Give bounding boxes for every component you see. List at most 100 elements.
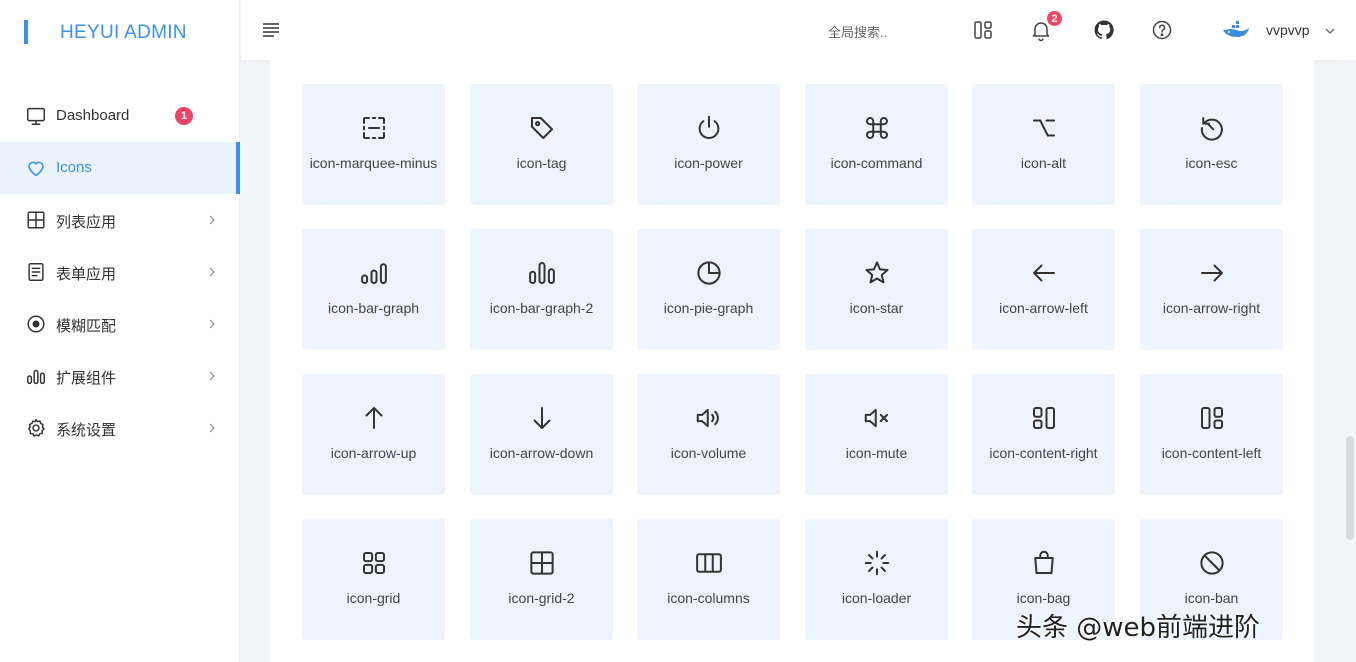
icon-card-marquee-minus[interactable]: icon-marquee-minus: [302, 84, 445, 205]
icon-card-alt[interactable]: icon-alt: [972, 84, 1115, 205]
sidebar-item-dashboard[interactable]: Dashboard 1: [0, 90, 240, 142]
volume-icon: [694, 403, 724, 433]
icon-card-label: icon-bar-graph: [327, 300, 420, 316]
dashboard-badge: 1: [175, 107, 193, 125]
icon-card-label: icon-ban: [1184, 590, 1239, 606]
command-icon: [862, 113, 892, 143]
github-icon[interactable]: [1092, 18, 1116, 42]
icon-card-label: icon-arrow-down: [489, 445, 594, 461]
top-header: 全局搜索.. 2 vvpvvp: [241, 0, 1356, 60]
icon-card-label: icon-tag: [516, 155, 567, 171]
bar-graph-2-icon: [527, 258, 557, 288]
icon-card-label: icon-pie-graph: [663, 300, 754, 316]
help-icon[interactable]: [1150, 18, 1174, 42]
icons-panel: icon-marquee-minus icon-tag icon-power i…: [270, 60, 1314, 662]
icon-card-arrow-down[interactable]: icon-arrow-down: [470, 374, 613, 495]
bag-icon: [1029, 548, 1059, 578]
grid-icon: [25, 209, 47, 231]
icon-card-label: icon-marquee-minus: [309, 155, 438, 171]
watermark: 头条 @web前端进阶: [1016, 613, 1261, 643]
star-icon: [862, 258, 892, 288]
arrow-up-icon: [359, 403, 389, 433]
content-left-icon: [1197, 403, 1227, 433]
icon-card-arrow-right[interactable]: icon-arrow-right: [1140, 229, 1283, 350]
chevron-down-icon[interactable]: [1324, 24, 1336, 36]
sidebar-item-label: Dashboard: [56, 107, 130, 124]
icon-card-bar-graph[interactable]: icon-bar-graph: [302, 229, 445, 350]
sidebar-item-icons[interactable]: Icons: [0, 142, 240, 194]
content-right-icon: [1029, 403, 1059, 433]
username[interactable]: vvpvvp: [1266, 22, 1310, 38]
icon-card-label: icon-star: [849, 300, 904, 316]
scrollbar-thumb[interactable]: [1346, 436, 1354, 540]
icon-card-arrow-left[interactable]: icon-arrow-left: [972, 229, 1115, 350]
chevron-right-icon: [206, 265, 218, 277]
icon-card-tag[interactable]: icon-tag: [470, 84, 613, 205]
document-icon: [25, 261, 47, 283]
bar-graph-icon: [359, 258, 389, 288]
sidebar-item-list-apps[interactable]: 列表应用: [0, 194, 240, 246]
global-search-input[interactable]: 全局搜索..: [828, 22, 887, 41]
icon-card-label: icon-power: [674, 155, 743, 171]
sidebar-item-extensions[interactable]: 扩展组件: [0, 350, 240, 402]
icon-card-content-right[interactable]: icon-content-right: [972, 374, 1115, 495]
pie-graph-icon: [694, 258, 724, 288]
icon-card-label: icon-bag: [1016, 590, 1071, 606]
icon-card-grid-2[interactable]: icon-grid-2: [470, 519, 613, 640]
icon-card-loader[interactable]: icon-loader: [805, 519, 948, 640]
icon-card-content-left[interactable]: icon-content-left: [1140, 374, 1283, 495]
sidebar-item-label: 系统设置: [56, 422, 117, 439]
icon-card-label: icon-arrow-right: [1162, 300, 1261, 316]
icon-card-arrow-up[interactable]: icon-arrow-up: [302, 374, 445, 495]
sidebar-menu: Dashboard 1 Icons 列表应用 表单应用 模糊匹配 扩展组件 系统…: [0, 90, 240, 454]
avatar[interactable]: [1221, 18, 1251, 42]
icon-card-label: icon-columns: [667, 590, 750, 606]
arrow-down-icon: [527, 403, 557, 433]
sidebar-item-label: 模糊匹配: [56, 318, 117, 335]
icon-card-label: icon-alt: [1020, 155, 1067, 171]
icon-card-power[interactable]: icon-power: [637, 84, 780, 205]
icon-card-label: icon-grid-2: [508, 590, 575, 606]
sidebar-item-settings[interactable]: 系统设置: [0, 402, 240, 454]
sidebar-item-form-apps[interactable]: 表单应用: [0, 246, 240, 298]
chevron-right-icon: [206, 317, 218, 329]
icon-card-volume[interactable]: icon-volume: [637, 374, 780, 495]
power-icon: [694, 113, 724, 143]
loader-icon: [862, 548, 892, 578]
layout-icon[interactable]: [971, 18, 995, 42]
sidebar-item-label: 扩展组件: [56, 370, 117, 387]
sidebar-item-label: Icons: [56, 159, 92, 176]
icon-card-bar-graph-2[interactable]: icon-bar-graph-2: [470, 229, 613, 350]
icon-card-label: icon-mute: [845, 445, 908, 461]
menu-toggle-icon[interactable]: [262, 22, 280, 38]
chevron-right-icon: [206, 421, 218, 433]
sidebar: HEYUI ADMIN Dashboard 1 Icons 列表应用 表单应用 …: [0, 0, 240, 662]
icon-card-label: icon-grid: [346, 590, 401, 606]
icon-card-grid[interactable]: icon-grid: [302, 519, 445, 640]
icon-card-columns[interactable]: icon-columns: [637, 519, 780, 640]
icon-card-label: icon-content-right: [989, 445, 1098, 461]
logo-mark: [24, 20, 28, 44]
monitor-icon: [25, 105, 47, 127]
arrow-right-icon: [1197, 258, 1227, 288]
icon-card-command[interactable]: icon-command: [805, 84, 948, 205]
icon-card-label: icon-esc: [1185, 155, 1238, 171]
chevron-right-icon: [206, 369, 218, 381]
icon-card-label: icon-volume: [670, 445, 747, 461]
gear-icon: [25, 417, 47, 439]
app-title: HEYUI ADMIN: [60, 22, 187, 43]
icon-card-label: icon-command: [830, 155, 923, 171]
sidebar-item-fuzzy-match[interactable]: 模糊匹配: [0, 298, 240, 350]
logo[interactable]: HEYUI ADMIN: [0, 0, 240, 66]
scrollbar-track[interactable]: [1342, 60, 1356, 662]
sidebar-item-label: 列表应用: [56, 214, 117, 231]
grid-icon: [359, 548, 389, 578]
icon-card-esc[interactable]: icon-esc: [1140, 84, 1283, 205]
alt-icon: [1029, 113, 1059, 143]
icon-card-mute[interactable]: icon-mute: [805, 374, 948, 495]
sidebar-item-label: 表单应用: [56, 266, 117, 283]
icon-card-star[interactable]: icon-star: [805, 229, 948, 350]
icon-card-label: icon-bar-graph-2: [489, 300, 594, 316]
target-icon: [25, 313, 47, 335]
icon-card-pie-graph[interactable]: icon-pie-graph: [637, 229, 780, 350]
